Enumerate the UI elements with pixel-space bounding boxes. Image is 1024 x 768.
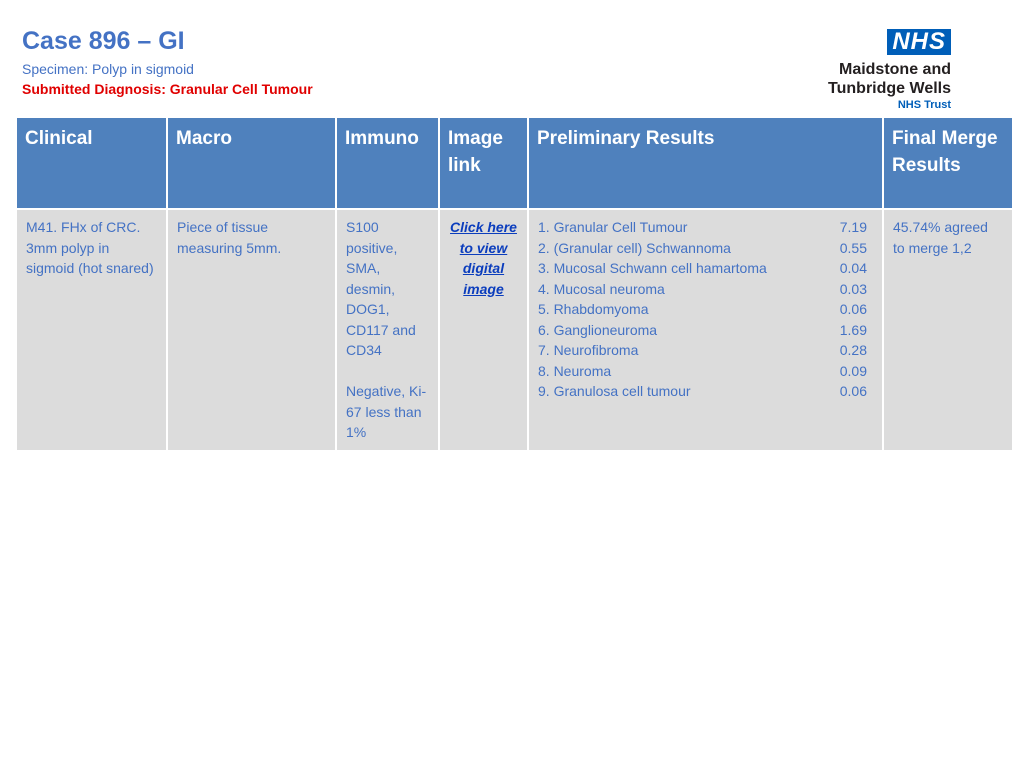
result-label: 5. Rhabdomyoma	[538, 301, 649, 317]
header-preliminary-results: Preliminary Results	[529, 118, 882, 208]
result-label: 7. Neurofibroma	[538, 342, 639, 358]
result-score: 7.19	[839, 219, 867, 235]
immuno-negative: Negative, Ki-67 less than 1%	[346, 383, 427, 440]
macro-cell: Piece of tissue measuring 5mm.	[168, 210, 335, 450]
result-score: 0.06	[839, 301, 867, 317]
immuno-cell: S100 positive, SMA, desmin, DOG1, CD117 …	[337, 210, 438, 450]
table-header-row: Clinical Macro Immuno Image link Prelimi…	[17, 118, 1012, 208]
header-clinical: Clinical	[17, 118, 166, 208]
list-item: 7. Neurofibroma 0.28	[538, 340, 873, 361]
list-item: 1. Granular Cell Tumour 7.19	[538, 217, 873, 238]
logo-line-2: Tunbridge Wells	[828, 80, 951, 97]
list-item: 4. Mucosal neuroma 0.03	[538, 279, 873, 300]
immuno-positive: S100 positive, SMA, desmin, DOG1, CD117 …	[346, 219, 416, 358]
nhs-trust-logo: NHS Maidstone and Tunbridge Wells NHS Tr…	[828, 29, 951, 112]
result-score: 0.55	[839, 239, 867, 256]
list-item: 6. Ganglioneuroma 1.69	[538, 320, 873, 341]
list-item: 5. Rhabdomyoma 0.06	[538, 299, 873, 320]
result-score: 0.06	[839, 383, 867, 399]
final-merge-cell: 45.74% agreed to merge 1,2	[884, 210, 1012, 450]
header-image-link: Image link	[440, 118, 527, 208]
result-score: 0.03	[839, 280, 867, 297]
image-link-cell: Click here to view digital image	[440, 210, 527, 450]
result-score: 0.04	[839, 260, 867, 276]
header-macro: Macro	[168, 118, 335, 208]
result-label: 3. Mucosal Schwann cell hamartoma	[538, 260, 767, 276]
result-label: 8. Neuroma	[538, 362, 612, 379]
header-final-merge-results: Final Merge Results	[884, 118, 1012, 208]
result-label: 2. (Granular cell) Schwannoma	[538, 239, 731, 256]
list-item: 2. (Granular cell) Schwannoma 0.55	[538, 238, 873, 259]
list-item: 8. Neuroma 0.09	[538, 361, 873, 382]
page-title: Case 896 – GI	[22, 27, 185, 55]
submitted-diagnosis: Submitted Diagnosis: Granular Cell Tumou…	[22, 81, 313, 97]
clinical-cell: M41. FHx of CRC. 3mm polyp in sigmoid (h…	[17, 210, 166, 450]
result-label: 1. Granular Cell Tumour	[538, 219, 688, 235]
result-label: 4. Mucosal neuroma	[538, 280, 665, 297]
result-score: 1.69	[839, 321, 867, 338]
result-score: 0.28	[839, 342, 867, 358]
list-item: 9. Granulosa cell tumour 0.06	[538, 381, 873, 402]
logo-line-1: Maidstone and	[838, 61, 951, 78]
digital-image-link[interactable]: Click here to view digital image	[450, 219, 517, 297]
nhs-logo-icon: NHS	[887, 29, 951, 55]
preliminary-results-list: 1. Granular Cell Tumour 7.19 2. (Granular …	[538, 217, 873, 402]
specimen-text: Specimen: Polyp in sigmoid	[22, 61, 194, 77]
result-label: 6. Ganglioneuroma	[538, 321, 658, 338]
table-row: M41. FHx of CRC. 3mm polyp in sigmoid (h…	[17, 210, 1012, 450]
result-label: 9. Granulosa cell tumour	[538, 383, 691, 399]
list-item: 3. Mucosal Schwann cell hamartoma 0.04	[538, 258, 873, 279]
case-table: Clinical Macro Immuno Image link Prelimi…	[15, 116, 1014, 452]
result-score: 0.09	[839, 362, 867, 379]
immuno-spacer	[346, 361, 429, 382]
preliminary-results-cell: 1. Granular Cell Tumour 7.19 2. (Granular …	[529, 210, 882, 450]
header-immuno: Immuno	[337, 118, 438, 208]
logo-trust: NHS Trust	[897, 99, 951, 111]
